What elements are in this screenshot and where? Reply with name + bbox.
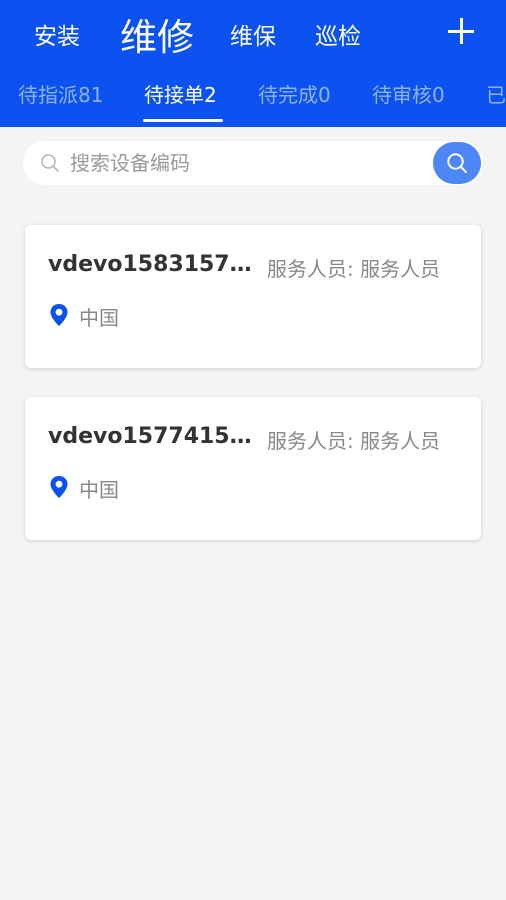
device-code: vdevo15831571…	[48, 252, 262, 277]
tab-repair[interactable]: 维修	[120, 7, 194, 61]
main-tabs: 安装 维修 维保 巡检	[0, 0, 506, 66]
order-card[interactable]: vdevo15831571… 服务人员: 服务人员 中国	[25, 225, 481, 368]
active-tab-indicator	[143, 119, 223, 122]
search-bar	[23, 141, 483, 185]
service-staff: 服务人员: 服务人员	[267, 257, 441, 281]
tab-pending-complete[interactable]: 待完成0	[258, 79, 331, 108]
plus-icon[interactable]	[446, 16, 476, 46]
status-tabs: 待指派81 待接单2 待完成0 待审核0 已	[0, 72, 506, 127]
tab-maintenance[interactable]: 维保	[230, 17, 276, 51]
tab-done[interactable]: 已	[486, 79, 506, 108]
tab-pending-assign[interactable]: 待指派81	[18, 79, 103, 108]
app-header: 安装 维修 维保 巡检 待指派81 待接单2 待完成0 待审核0 已	[0, 0, 506, 127]
map-pin-icon	[50, 476, 68, 498]
tab-inspection[interactable]: 巡检	[315, 17, 361, 51]
search-icon	[447, 153, 467, 173]
location-text: 中国	[79, 478, 119, 502]
location-text: 中国	[79, 306, 119, 330]
service-staff: 服务人员: 服务人员	[267, 429, 441, 453]
tab-pending-accept[interactable]: 待接单2	[144, 79, 217, 108]
map-pin-icon	[50, 304, 68, 326]
device-code: vdevo15774151…	[48, 424, 262, 449]
order-card[interactable]: vdevo15774151… 服务人员: 服务人员 中国	[25, 397, 481, 540]
tab-install[interactable]: 安装	[34, 17, 80, 51]
search-icon	[41, 154, 59, 172]
tab-pending-review[interactable]: 待审核0	[372, 79, 445, 108]
search-input[interactable]	[70, 141, 430, 185]
search-button[interactable]	[433, 142, 481, 184]
